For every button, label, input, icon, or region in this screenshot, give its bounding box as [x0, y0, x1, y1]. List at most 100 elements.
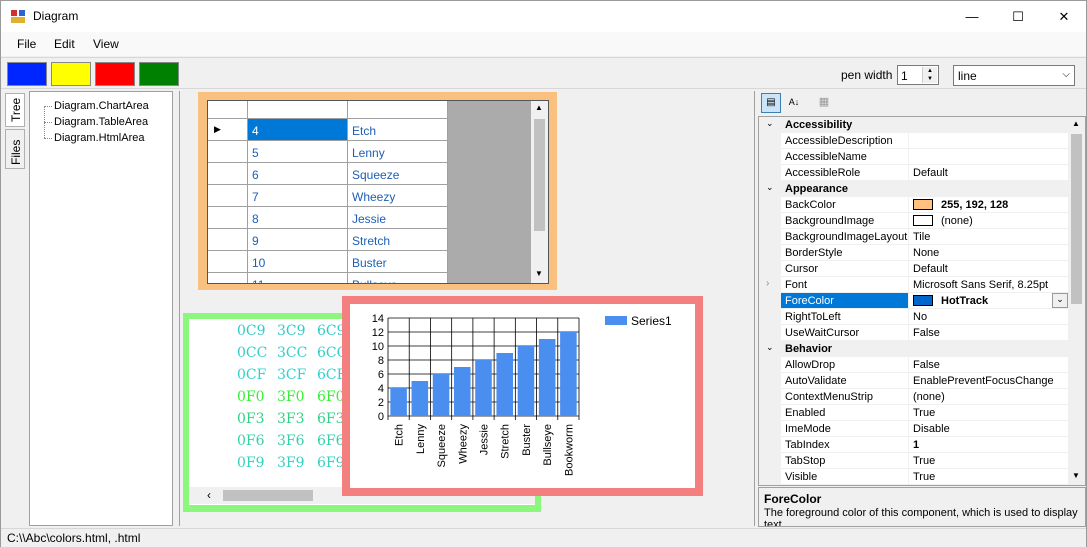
row-header[interactable]	[208, 251, 248, 273]
property-name[interactable]: RightToLeft	[781, 309, 909, 325]
table-cell-name[interactable]: Squeeze	[348, 163, 448, 185]
property-name[interactable]: BackgroundImage	[781, 213, 909, 229]
row-header[interactable]: ▶	[208, 119, 248, 141]
property-name[interactable]: AccessibleName	[781, 149, 909, 165]
property-row[interactable]: Enabled True	[759, 405, 1070, 421]
row-header[interactable]	[208, 207, 248, 229]
property-name[interactable]: AccessibleDescription	[781, 133, 909, 149]
table-row[interactable]: 7 Wheezy	[208, 185, 448, 207]
property-value[interactable]: HotTrack ⌄	[909, 293, 1070, 309]
property-row[interactable]: TabIndex 1	[759, 437, 1070, 453]
property-name[interactable]: AutoValidate	[781, 373, 909, 389]
table-cell-name[interactable]: Buster	[348, 251, 448, 273]
property-value[interactable]	[909, 133, 1070, 149]
property-name[interactable]: BackColor	[781, 197, 909, 213]
property-name[interactable]: UseWaitCursor	[781, 325, 909, 341]
table-cell-id[interactable]: 6	[248, 163, 348, 185]
table-cell-id[interactable]: 10	[248, 251, 348, 273]
table-row[interactable]: 10 Buster	[208, 251, 448, 273]
categorized-icon[interactable]: ▤	[761, 93, 781, 113]
property-value[interactable]: Microsoft Sans Serif, 8.25pt	[909, 277, 1070, 293]
color-red-button[interactable]	[95, 62, 135, 86]
property-row[interactable]: ForeColor HotTrack ⌄	[759, 293, 1070, 309]
spin-arrows-icon[interactable]: ▲ ▼	[922, 67, 937, 83]
collapse-icon[interactable]: ⌄	[766, 342, 774, 353]
property-value[interactable]: Tile	[909, 229, 1070, 245]
property-value[interactable]: Disable	[909, 421, 1070, 437]
property-name[interactable]: ContextMenuStrip	[781, 389, 909, 405]
property-value[interactable]: True	[909, 469, 1070, 485]
data-grid[interactable]: ▶ 4 Etch 5 Lenny 6 Squeeze 7 Wheezy 8 Jessie 9 Stret…	[207, 100, 549, 284]
close-button[interactable]: ✕	[1041, 1, 1087, 32]
color-green-button[interactable]	[139, 62, 179, 86]
table-cell-id[interactable]: 5	[248, 141, 348, 163]
table-cell-name[interactable]: Lenny	[348, 141, 448, 163]
scroll-left-icon[interactable]: ‹	[207, 488, 211, 502]
alphabetical-sort-icon[interactable]: A↓	[784, 93, 804, 113]
property-row[interactable]: AccessibleDescription	[759, 133, 1070, 149]
property-name[interactable]: BackgroundImageLayout	[781, 229, 909, 245]
property-value[interactable]: (none)	[909, 213, 1070, 229]
property-row[interactable]: AccessibleRole Default	[759, 165, 1070, 181]
property-row[interactable]: AccessibleName	[759, 149, 1070, 165]
property-name[interactable]: AllowDrop	[781, 357, 909, 373]
property-row[interactable]: BorderStyle None	[759, 245, 1070, 261]
scroll-thumb[interactable]	[223, 490, 313, 501]
table-cell-id[interactable]: 4	[248, 119, 348, 141]
tree-item-tablearea[interactable]: Diagram.TableArea	[54, 116, 148, 128]
scroll-thumb[interactable]	[534, 119, 545, 231]
menu-view[interactable]: View	[93, 37, 119, 51]
maximize-button[interactable]: ☐	[995, 1, 1041, 32]
property-grid[interactable]: ⌄ Accessibility AccessibleDescription Acces…	[758, 116, 1086, 486]
scroll-up-icon[interactable]: ▲	[1072, 119, 1080, 128]
row-header[interactable]	[208, 229, 248, 251]
table-row[interactable]: 11Bullseye	[208, 273, 448, 283]
property-value[interactable]: (none)	[909, 389, 1070, 405]
property-row[interactable]: BackgroundImage (none)	[759, 213, 1070, 229]
minimize-button[interactable]: —	[949, 1, 995, 32]
property-name[interactable]: AccessibleRole	[781, 165, 909, 181]
property-value[interactable]: None	[909, 245, 1070, 261]
property-row[interactable]: Cursor Default	[759, 261, 1070, 277]
grid-column-header[interactable]	[248, 101, 348, 119]
table-cell-name[interactable]: Bullseye	[348, 273, 448, 283]
property-value[interactable]: 1	[909, 437, 1070, 453]
table-row[interactable]: 9 Stretch	[208, 229, 448, 251]
table-cell-name[interactable]: Wheezy	[348, 185, 448, 207]
grid-column-header[interactable]	[348, 101, 448, 119]
property-category[interactable]: ⌄ Accessibility	[759, 117, 1070, 133]
table-cell-id[interactable]: 9	[248, 229, 348, 251]
property-row[interactable]: RightToLeft No	[759, 309, 1070, 325]
line-style-select[interactable]: line ⌵	[953, 65, 1075, 86]
property-value[interactable]: True	[909, 453, 1070, 469]
grid-vertical-scrollbar[interactable]: ▲ ▼	[531, 101, 548, 283]
property-row[interactable]: ImeMode Disable	[759, 421, 1070, 437]
property-row[interactable]: › Font Microsoft Sans Serif, 8.25pt	[759, 277, 1070, 293]
property-row[interactable]: TabStop True	[759, 453, 1070, 469]
property-name[interactable]: Cursor	[781, 261, 909, 277]
property-row[interactable]: UseWaitCursor False	[759, 325, 1070, 341]
scroll-thumb[interactable]	[1071, 134, 1082, 304]
table-row[interactable]: ▶ 4 Etch	[208, 119, 448, 141]
property-pages-icon[interactable]: ▦	[814, 93, 834, 113]
property-row[interactable]: AutoValidate EnablePreventFocusChange	[759, 373, 1070, 389]
row-header[interactable]	[208, 185, 248, 207]
scroll-down-icon[interactable]: ▼	[1072, 471, 1080, 480]
property-value[interactable]	[909, 149, 1070, 165]
property-row[interactable]: Visible True	[759, 469, 1070, 485]
pen-width-stepper[interactable]: 1 ▲ ▼	[897, 65, 939, 85]
property-name[interactable]: ImeMode	[781, 421, 909, 437]
table-cell-name[interactable]: Etch	[348, 119, 448, 141]
property-value[interactable]: EnablePreventFocusChange	[909, 373, 1070, 389]
tab-tree[interactable]: Tree	[5, 93, 25, 127]
property-row[interactable]: AllowDrop False	[759, 357, 1070, 373]
table-cell-name[interactable]: Stretch	[348, 229, 448, 251]
property-name[interactable]: TabStop	[781, 453, 909, 469]
collapse-icon[interactable]: ⌄	[766, 182, 774, 193]
property-row[interactable]: ContextMenuStrip (none)	[759, 389, 1070, 405]
property-grid-scrollbar[interactable]: ▲ ▼	[1068, 117, 1085, 485]
property-value[interactable]: Default	[909, 165, 1070, 181]
color-blue-button[interactable]	[7, 62, 47, 86]
table-cell-id[interactable]: 8	[248, 207, 348, 229]
property-name[interactable]: Enabled	[781, 405, 909, 421]
